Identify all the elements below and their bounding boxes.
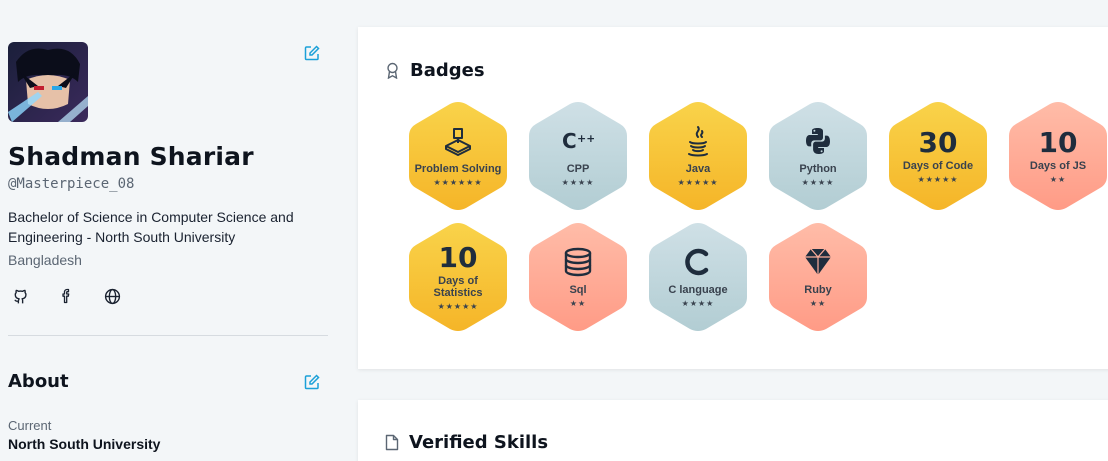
python-icon	[803, 125, 833, 157]
award-icon	[387, 62, 398, 79]
badge-stars: ★★★★	[681, 298, 715, 308]
badge-label: Days of JS	[1029, 159, 1087, 172]
badges-header: Badges	[385, 60, 485, 81]
badge-content: C ++ CPP ★★★★	[528, 101, 628, 211]
java-icon	[686, 125, 710, 157]
badge-label: Java	[685, 162, 711, 175]
skills-title: Verified Skills	[409, 432, 549, 453]
facebook-link[interactable]	[56, 286, 76, 306]
database-icon	[563, 246, 593, 278]
badge-label: Ruby	[804, 283, 832, 296]
badge-label: CPP	[566, 162, 590, 175]
badge-ruby[interactable]: Ruby ★★	[768, 222, 868, 332]
badge-sql[interactable]: Sql ★★	[528, 222, 628, 332]
badge-content: Problem Solving ★★★★★★	[408, 101, 508, 211]
edit-about-button[interactable]	[304, 374, 320, 390]
skills-header: Verified Skills	[385, 432, 548, 453]
github-icon	[13, 289, 27, 303]
badge-stars: ★★	[1049, 174, 1067, 184]
badge-python[interactable]: Python ★★★★	[768, 101, 868, 211]
badge-stars: ★★	[569, 298, 587, 308]
badge-content: Python ★★★★	[768, 101, 868, 211]
about-title: About	[8, 371, 69, 392]
badge-java[interactable]: Java ★★★★★	[648, 101, 748, 211]
badge-days-of-statistics[interactable]: 10 Days of Statistics ★★★★★	[408, 222, 508, 332]
badge-stars: ★★	[809, 298, 827, 308]
badge-number: 30	[918, 125, 958, 159]
badge-days-of-js[interactable]: 10 Days of JS ★★	[1008, 101, 1108, 211]
badge-label: Problem Solving	[414, 162, 502, 175]
badge-stars: ★★★★★	[677, 177, 719, 187]
badge-problem-solving[interactable]: Problem Solving ★★★★★★	[408, 101, 508, 211]
badge-label: Days of Code	[902, 159, 974, 172]
github-link[interactable]	[10, 286, 30, 306]
current-label: Current	[8, 418, 52, 433]
profile-handle: @Masterpiece_08	[8, 176, 135, 192]
badge-cpp[interactable]: C ++ CPP ★★★★	[528, 101, 628, 211]
badge-stars: ★★★★	[561, 177, 595, 187]
badge-days-of-code[interactable]: 30 Days of Code ★★★★★	[888, 101, 988, 211]
badge-content: 10 Days of Statistics ★★★★★	[408, 222, 508, 332]
badge-label: Sql	[569, 283, 587, 296]
divider	[8, 335, 328, 336]
facebook-icon	[62, 288, 70, 304]
badge-c-language[interactable]: C language ★★★★	[648, 222, 748, 332]
profile-name: Shadman Shariar	[8, 142, 254, 171]
badge-content: Java ★★★★★	[648, 101, 748, 211]
website-link[interactable]	[102, 286, 122, 306]
edit-profile-button[interactable]	[304, 45, 320, 61]
badge-label: Python	[799, 162, 837, 175]
badges-title: Badges	[410, 60, 485, 81]
badge-stars: ★★★★★★	[433, 177, 483, 187]
verified-skills-card: Verified Skills	[358, 400, 1108, 461]
badge-content: 30 Days of Code ★★★★★	[888, 101, 988, 211]
edit-icon	[304, 374, 320, 390]
social-links	[10, 286, 122, 306]
c-letter-icon	[683, 246, 713, 278]
current-value: North South University	[8, 436, 161, 452]
badge-stars: ★★★★★	[437, 301, 479, 311]
document-icon	[385, 434, 399, 451]
badge-content: C language ★★★★	[648, 222, 748, 332]
profile-location: Bangladesh	[8, 252, 82, 268]
badge-stars: ★★★★★	[917, 174, 959, 184]
problem-solving-icon	[443, 125, 473, 157]
cpp-icon: C ++	[562, 125, 594, 157]
globe-icon	[104, 288, 120, 304]
svg-text:C: C	[562, 129, 577, 153]
ruby-icon	[803, 246, 833, 278]
badge-number: 10	[438, 240, 478, 274]
svg-text:++: ++	[577, 132, 594, 145]
badge-content: 10 Days of JS ★★	[1008, 101, 1108, 211]
edit-icon	[304, 45, 320, 61]
badge-content: Sql ★★	[528, 222, 628, 332]
profile-degree: Bachelor of Science in Computer Science …	[8, 209, 294, 245]
badge-label: C language	[668, 283, 728, 296]
avatar[interactable]	[8, 42, 88, 122]
badge-label: Days of Statistics	[433, 274, 483, 299]
badge-stars: ★★★★	[801, 177, 835, 187]
badge-number: 10	[1038, 125, 1078, 159]
badge-content: Ruby ★★	[768, 222, 868, 332]
badges-card: Badges Problem Solving ★★★★★★ C ++ CPP ★★★★ Ja…	[358, 27, 1108, 369]
